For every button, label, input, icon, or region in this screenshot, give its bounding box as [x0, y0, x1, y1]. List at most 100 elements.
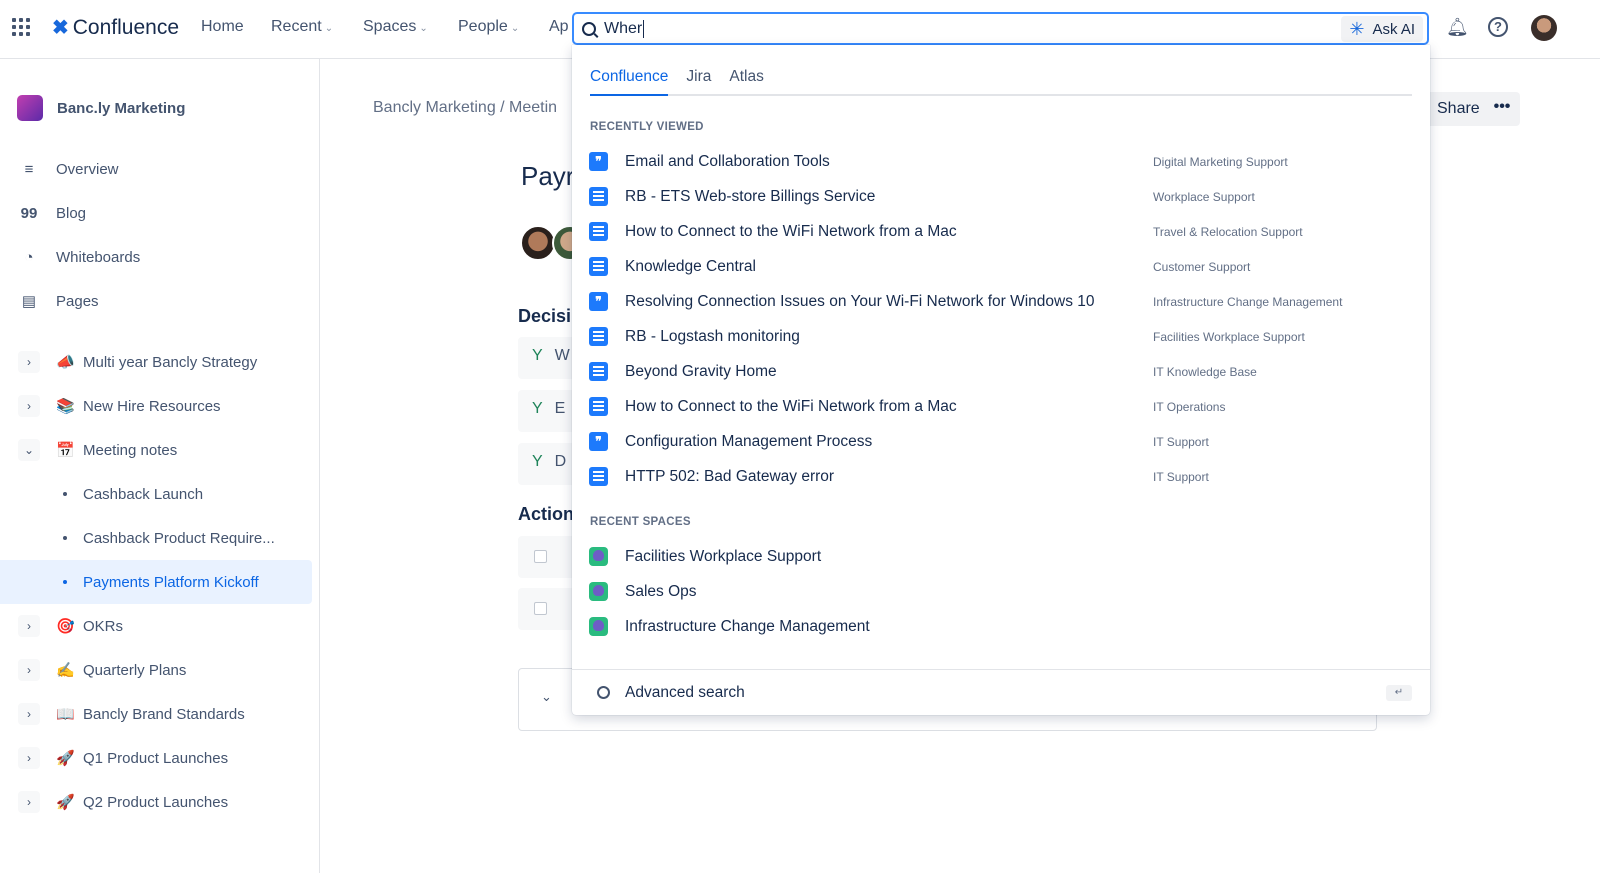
sidebar-tree-item[interactable]: › 📚 New Hire Resources — [0, 384, 312, 428]
search-dropdown: Confluence Jira Atlas RECENTLY VIEWED ❞ E… — [572, 45, 1430, 715]
page-emoji-icon: 📚 — [56, 398, 75, 415]
sidebar-item-pages[interactable]: ▤ Pages — [18, 283, 99, 319]
sidebar-tree-item[interactable]: Cashback Launch — [0, 472, 312, 516]
sidebar-tree-item[interactable]: › 📖 Bancly Brand Standards — [0, 692, 312, 736]
help-icon[interactable]: ? — [1488, 17, 1508, 37]
decision-item[interactable]: YW — [518, 337, 578, 379]
sidebar-tree-item[interactable]: Cashback Product Require... — [0, 516, 312, 560]
sidebar-item-blog[interactable]: 99 Blog — [18, 195, 86, 231]
sidebar-tree-item[interactable]: › 📣 Multi year Bancly Strategy — [0, 340, 312, 384]
recent-space-item[interactable]: Facilities Workplace Support — [572, 539, 1430, 574]
nav-people[interactable]: People ⌄ — [458, 18, 519, 36]
decisions-heading: Decisi — [518, 306, 572, 326]
page-title: Payr — [521, 161, 575, 191]
search-result-item[interactable]: HTTP 502: Bad Gateway error IT Support — [572, 459, 1430, 494]
decision-item[interactable]: YD — [518, 443, 578, 485]
recent-space-item[interactable]: Sales Ops — [572, 574, 1430, 609]
recently-viewed-heading: RECENTLY VIEWED — [590, 121, 704, 133]
chevron-right-icon[interactable]: › — [18, 703, 40, 725]
overview-icon: ≡ — [24, 160, 34, 178]
search-result-item[interactable]: RB - ETS Web-store Billings Service Workp… — [572, 179, 1430, 214]
pages-icon: ▤ — [21, 293, 37, 310]
search-icon — [582, 21, 596, 36]
chevron-right-icon[interactable]: › — [18, 395, 40, 417]
page-emoji-icon: 📣 — [56, 354, 75, 371]
action-item — [518, 588, 578, 630]
tab-jira[interactable]: Jira — [686, 65, 711, 96]
page-icon — [589, 397, 608, 416]
blog-quote-icon: 99 — [20, 204, 38, 222]
page-emoji-icon: 🚀 — [56, 750, 75, 767]
space-header[interactable]: Banc.ly Marketing — [17, 95, 185, 121]
search-result-item[interactable]: ❞ Configuration Management Process IT Supp… — [572, 424, 1430, 459]
page-emoji-icon: 📅 — [56, 442, 75, 459]
page-emoji-icon: 🚀 — [56, 794, 75, 811]
search-result-item[interactable]: ❞ Email and Collaboration Tools Digital Ma… — [572, 144, 1430, 179]
recent-space-item[interactable]: Infrastructure Change Management — [572, 609, 1430, 644]
page-icon — [589, 222, 608, 241]
text-caret — [643, 19, 645, 38]
page-emoji-icon: 📖 — [56, 706, 75, 723]
sidebar-item-overview[interactable]: ≡ Overview — [18, 151, 119, 187]
search-result-item[interactable]: How to Connect to the WiFi Network from … — [572, 389, 1430, 424]
bullet-icon — [63, 580, 67, 584]
search-result-item[interactable]: Knowledge Central Customer Support — [572, 249, 1430, 284]
space-avatar-icon — [589, 617, 608, 636]
user-avatar[interactable] — [1531, 15, 1557, 41]
blog-quote-icon: ❞ — [589, 432, 608, 451]
share-button[interactable]: Share — [1425, 92, 1492, 126]
sidebar-tree-item[interactable]: Payments Platform Kickoff — [0, 560, 312, 604]
chevron-right-icon[interactable]: › — [18, 791, 40, 813]
app-switcher-icon[interactable] — [12, 18, 30, 36]
search-tabs: Confluence Jira Atlas — [590, 65, 1412, 96]
sidebar-tree-item[interactable]: › 🚀 Q2 Product Launches — [0, 780, 312, 824]
contributor-avatar[interactable] — [520, 225, 556, 261]
search-result-item[interactable]: RB - Logstash monitoring Facilities Workp… — [572, 319, 1430, 354]
more-actions-button[interactable]: ••• — [1484, 92, 1520, 126]
sidebar-tree-item[interactable]: › ✍️ Quarterly Plans — [0, 648, 312, 692]
nav-apps[interactable]: Ap — [549, 18, 569, 36]
checkbox[interactable] — [534, 550, 547, 563]
search-result-item[interactable]: ❞ Resolving Connection Issues on Your Wi-… — [572, 284, 1430, 319]
search-input[interactable]: Wher ✳ Ask AI — [572, 12, 1429, 45]
tab-atlas[interactable]: Atlas — [729, 65, 763, 96]
sidebar-tree-item[interactable]: › 🚀 Q1 Product Launches — [0, 736, 312, 780]
decision-item[interactable]: YE — [518, 390, 578, 432]
tab-confluence[interactable]: Confluence — [590, 65, 669, 96]
bullet-icon — [63, 536, 67, 540]
whiteboard-icon: ◔ — [24, 248, 34, 266]
chevron-down-icon: ⌄ — [419, 23, 428, 34]
nav-spaces[interactable]: Spaces ⌄ — [363, 18, 428, 36]
search-icon — [597, 686, 610, 699]
ai-sparkle-icon: ✳ — [1349, 18, 1365, 39]
nav-home[interactable]: Home — [201, 18, 244, 36]
sidebar-tree-item[interactable]: › 🎯 OKRs — [0, 604, 312, 648]
search-result-item[interactable]: How to Connect to the WiFi Network from … — [572, 214, 1430, 249]
chevron-down-icon[interactable]: ⌄ — [541, 689, 552, 705]
enter-key-icon: ↵ — [1386, 684, 1412, 701]
advanced-search-button[interactable]: Advanced search ↵ — [572, 669, 1430, 715]
sidebar-tree-item[interactable]: ⌄ 📅 Meeting notes — [0, 428, 312, 472]
page-emoji-icon: 🎯 — [56, 618, 75, 635]
page-icon — [589, 257, 608, 276]
blog-quote-icon: ❞ — [589, 292, 608, 311]
checkbox[interactable] — [534, 602, 547, 615]
bullet-icon — [63, 492, 67, 496]
space-avatar-icon — [589, 547, 608, 566]
confluence-icon: ✖ — [52, 17, 69, 39]
chevron-right-icon[interactable]: › — [18, 351, 40, 373]
breadcrumb[interactable]: Bancly Marketing / Meetin — [373, 99, 557, 117]
sidebar-item-whiteboards[interactable]: ◔ Whiteboards — [18, 239, 140, 275]
space-avatar-icon — [589, 582, 608, 601]
chevron-right-icon[interactable]: › — [18, 615, 40, 637]
ask-ai-button[interactable]: ✳ Ask AI — [1341, 16, 1423, 42]
nav-recent[interactable]: Recent ⌄ — [271, 18, 333, 36]
notifications-bell-icon[interactable]: 🔔︎ — [1446, 17, 1469, 38]
search-result-item[interactable]: Beyond Gravity Home IT Knowledge Base — [572, 354, 1430, 389]
chevron-down-icon[interactable]: ⌄ — [18, 439, 40, 461]
page-icon — [589, 327, 608, 346]
chevron-right-icon[interactable]: › — [18, 659, 40, 681]
page-icon — [589, 362, 608, 381]
confluence-logo[interactable]: ✖ Confluence — [52, 15, 179, 40]
chevron-right-icon[interactable]: › — [18, 747, 40, 769]
